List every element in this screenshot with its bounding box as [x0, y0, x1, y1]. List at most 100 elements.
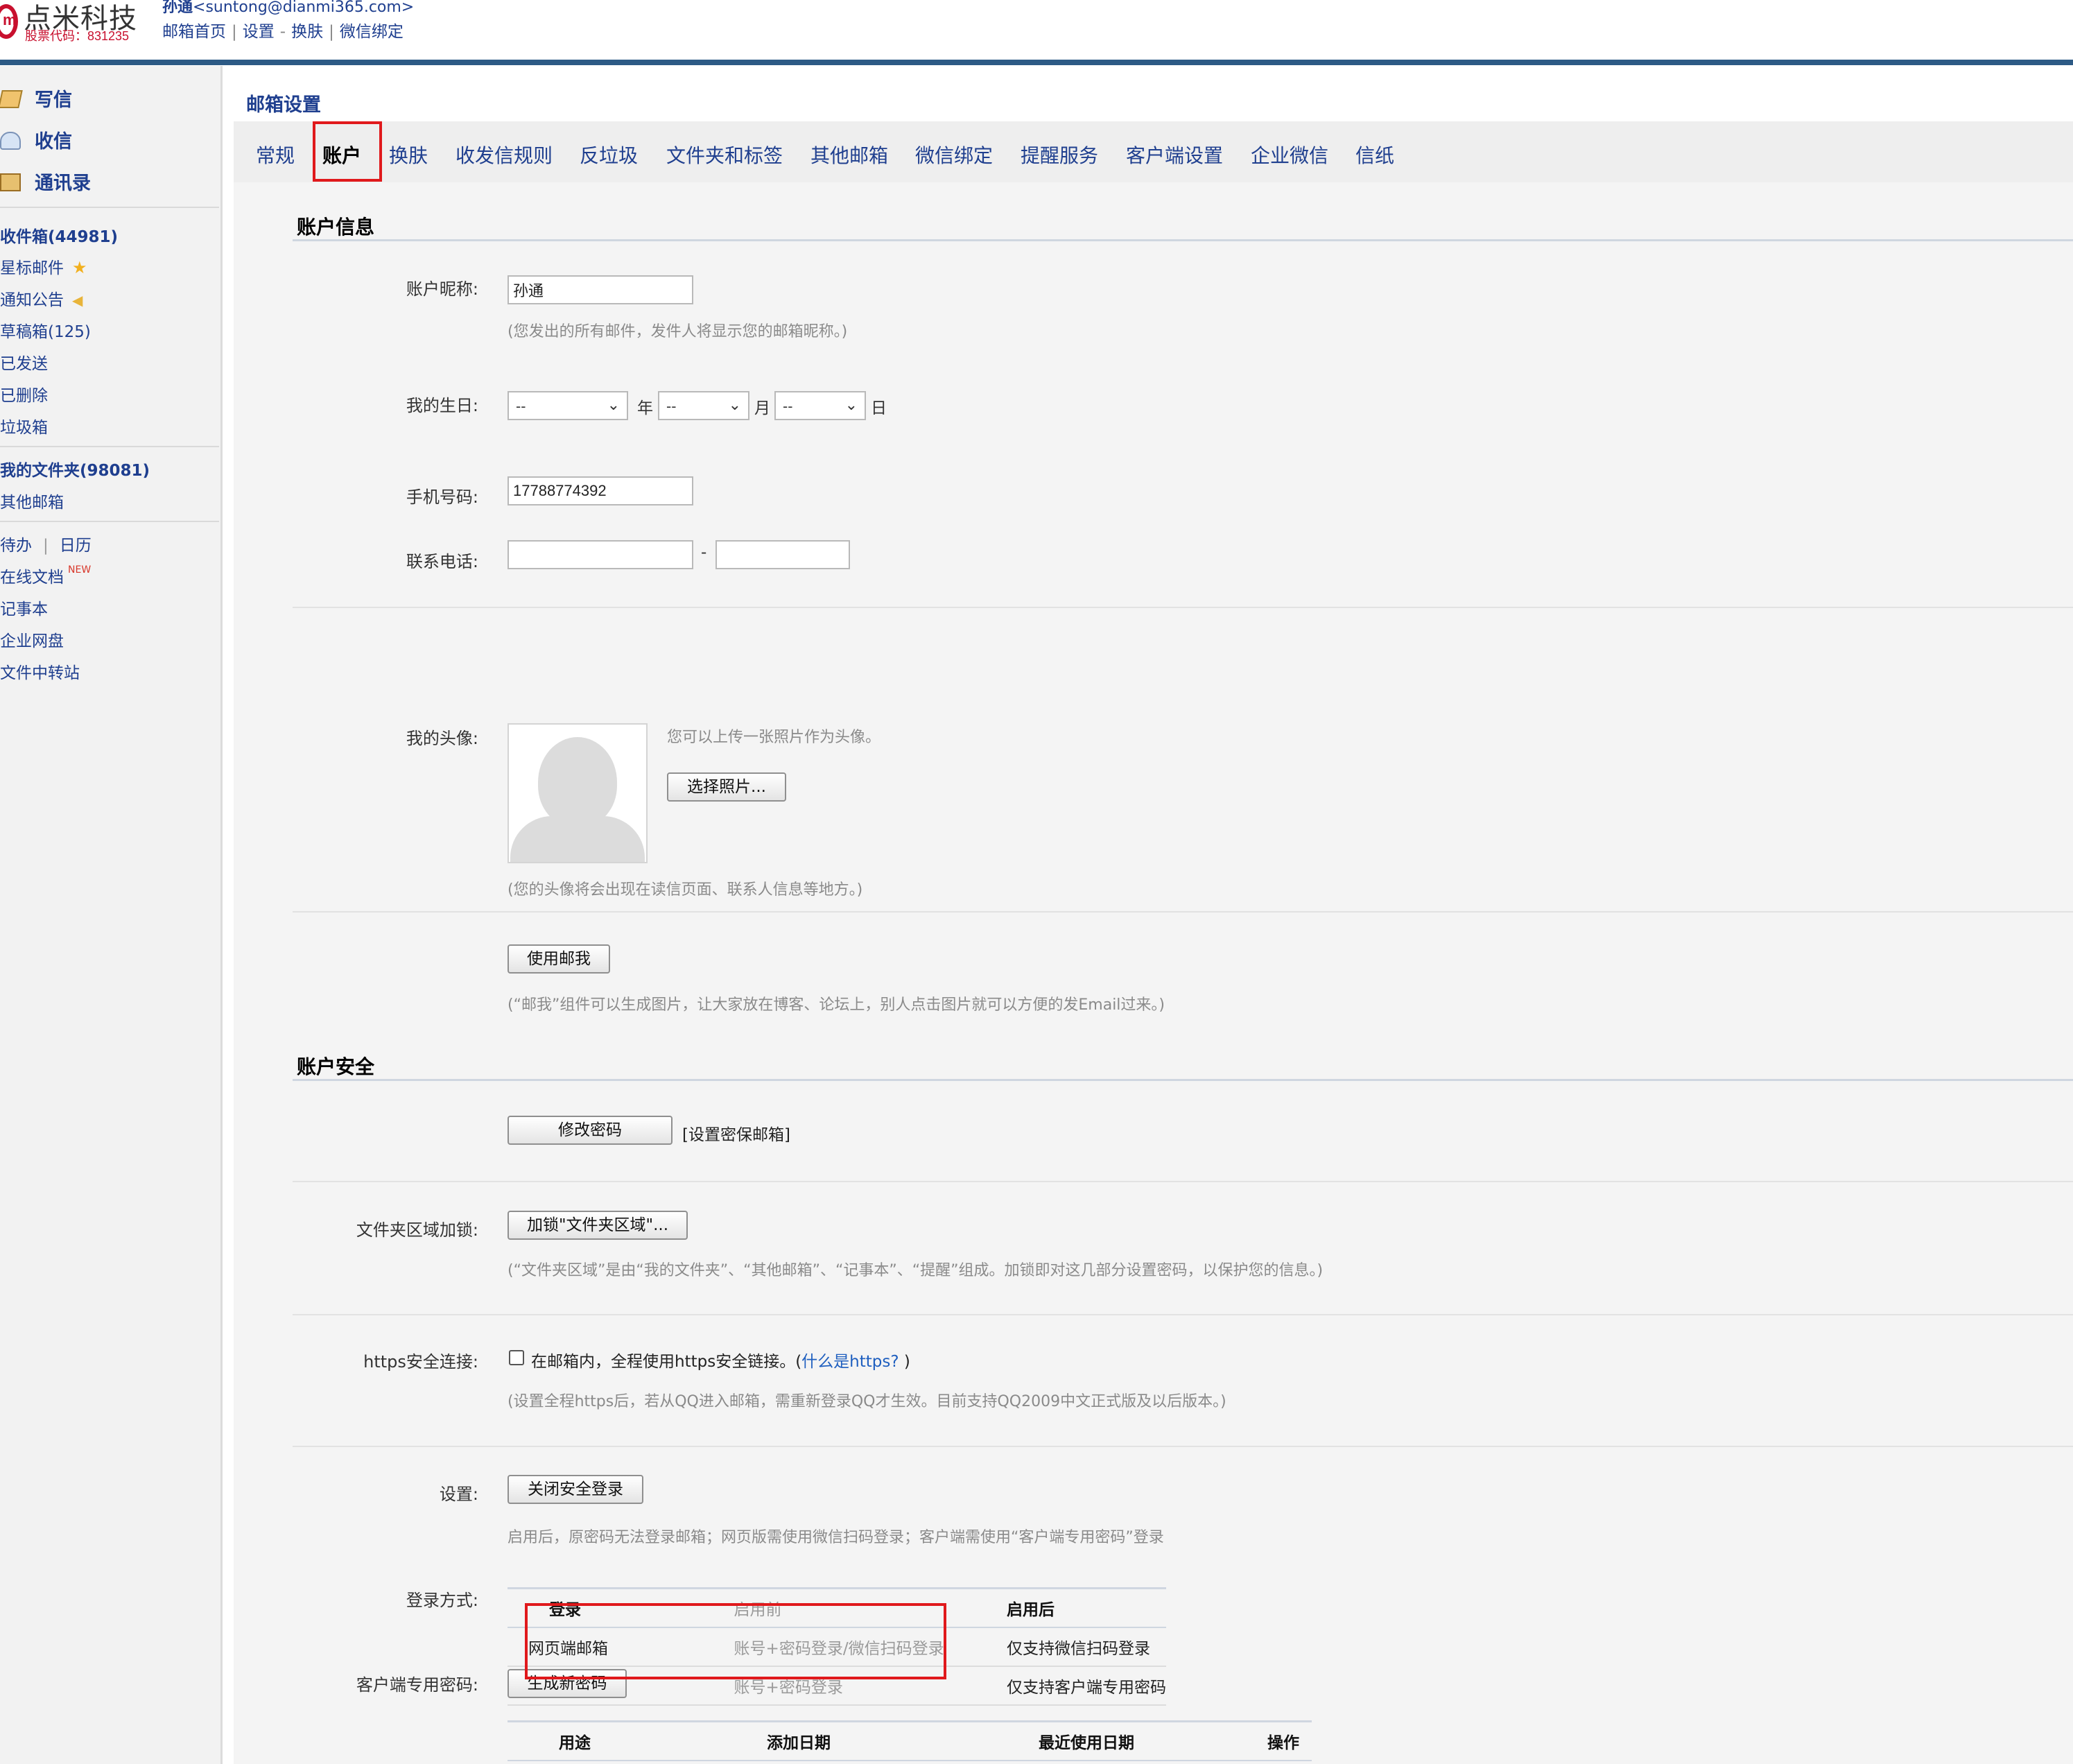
nickname-label: 账户昵称: [406, 279, 478, 299]
row-divider [293, 911, 2073, 913]
birthday-year-select[interactable]: -- ⌄ [508, 391, 628, 420]
sidebar-todo-calendar: 待办 | 日历 [0, 537, 92, 555]
sidebar-item-other-mail[interactable]: 其他邮箱 [0, 489, 64, 512]
address-book-icon [0, 173, 21, 191]
sidebar-item-notices[interactable]: 通知公告 ◀ [0, 286, 83, 310]
tab-mail-rules[interactable]: 收发信规则 [456, 141, 553, 168]
sidebar-divider [0, 446, 219, 447]
sidebar-item-label: 写信 [35, 89, 72, 111]
tab-stationery[interactable]: 信纸 [1355, 141, 1394, 168]
birthday-month-select[interactable]: -- ⌄ [658, 391, 749, 420]
what-is-https-link[interactable]: 什么是https? [801, 1353, 899, 1371]
mobile-input[interactable] [508, 476, 693, 505]
sidebar-item-inbox[interactable]: 收件箱(44981) [0, 223, 118, 247]
use-mailme-button[interactable]: 使用邮我 [508, 944, 610, 974]
sidebar-item-junk[interactable]: 垃圾箱 [0, 414, 48, 438]
https-option-close: ) [899, 1353, 910, 1371]
sidebar-item-netdisk[interactable]: 企业网盘 [0, 628, 64, 651]
https-label: https安全连接: [363, 1352, 478, 1372]
main-content: 邮箱设置 常规 账户 换肤 收发信规则 反垃圾 文件夹和标签 其他邮箱 微信绑定… [223, 66, 2073, 1764]
https-checkbox[interactable] [509, 1350, 524, 1365]
account-settings-panel: 账户信息 账户昵称: (您发出的所有邮件，发件人将显示您的邮箱昵称。) 我的生日… [234, 182, 2073, 1764]
nickname-input[interactable] [508, 275, 693, 304]
settings-link[interactable]: 设置 [243, 23, 275, 41]
phone-number-input[interactable] [715, 540, 850, 569]
choose-photo-button[interactable]: 选择照片... [667, 772, 786, 802]
sidebar-item-compose[interactable]: 写信 [0, 85, 72, 112]
speaker-icon: ◀ [72, 292, 83, 309]
avatar-placeholder[interactable] [508, 723, 648, 863]
change-password-button[interactable]: 修改密码 [508, 1116, 673, 1145]
table-header-cell: 用途 [559, 1734, 591, 1752]
birthday-day-select[interactable]: -- ⌄ [774, 391, 866, 420]
top-header: m 点米科技 股票代码：831235 孙通<suntong@dianmi365.… [0, 0, 2073, 66]
row-divider [293, 1181, 2073, 1182]
tab-enterprise-wechat[interactable]: 企业微信 [1251, 141, 1328, 168]
section-title-account-info: 账户信息 [297, 216, 375, 239]
table-header-cell: 启用后 [1007, 1601, 1055, 1619]
mailbox-home-link[interactable]: 邮箱首页 [162, 23, 226, 41]
wechat-bind-link[interactable]: 微信绑定 [340, 23, 404, 41]
sidebar: 写信 收信 通讯录 收件箱(44981) 星标邮件 ★ 通知公告 ◀ 草稿箱(125… [0, 66, 223, 1764]
sidebar-item-notepad[interactable]: 记事本 [0, 596, 48, 619]
skin-link[interactable]: 换肤 [291, 23, 323, 41]
section-title-account-security: 账户安全 [297, 1055, 375, 1078]
table-header-cell: 最近使用日期 [1039, 1734, 1134, 1752]
tab-anti-spam[interactable]: 反垃圾 [580, 141, 638, 168]
settings-tab-bar: 常规 账户 换肤 收发信规则 反垃圾 文件夹和标签 其他邮箱 微信绑定 提醒服务… [234, 121, 2073, 182]
client-password-label: 客户端专用密码: [356, 1675, 478, 1695]
tab-client-settings[interactable]: 客户端设置 [1126, 141, 1223, 168]
birthday-label: 我的生日: [406, 396, 478, 415]
sidebar-item-sent[interactable]: 已发送 [0, 350, 48, 374]
tab-general[interactable]: 常规 [256, 141, 295, 168]
table-header-cell: 添加日期 [767, 1734, 831, 1752]
sidebar-item-my-folders[interactable]: 我的文件夹(98081) [0, 457, 150, 481]
sidebar-item-drafts[interactable]: 草稿箱(125) [0, 318, 91, 342]
sidebar-item-file-transfer[interactable]: 文件中转站 [0, 659, 80, 683]
phone-area-input[interactable] [508, 540, 693, 569]
sidebar-item-calendar[interactable]: 日历 [60, 537, 92, 555]
disable-secure-login-button[interactable]: 关闭安全登录 [508, 1475, 643, 1504]
lock-folder-area-button[interactable]: 加锁"文件夹区域"... [508, 1211, 688, 1240]
user-email: <suntong@dianmi365.com> [193, 0, 415, 16]
security-mailbox-link[interactable]: [设置密保邮箱] [682, 1121, 790, 1145]
top-links: 邮箱首页 | 设置 - 换肤 | 微信绑定 [162, 23, 404, 41]
sidebar-item-online-docs[interactable]: 在线文档 NEW [0, 564, 91, 587]
avatar-tip: 您可以上传一张照片作为头像。 [667, 729, 881, 746]
mailme-hint: (“邮我”组件可以生成图片，让大家放在博客、论坛上，别人点击图片就可以方便的发E… [508, 996, 1165, 1014]
https-hint: (设置全程https后，若从QQ进入邮箱，需重新登录QQ才生效。目前支持QQ20… [508, 1393, 1226, 1410]
year-unit: 年 [637, 399, 653, 417]
month-unit: 月 [754, 399, 770, 417]
sidebar-item-deleted[interactable]: 已删除 [0, 382, 48, 406]
chevron-down-icon: ⌄ [607, 397, 620, 414]
sidebar-divider [0, 207, 219, 208]
section-divider [293, 239, 2073, 241]
row-divider [293, 607, 2073, 608]
table-cell: 仅支持客户端专用密码 [1007, 1679, 1166, 1697]
sidebar-item-contacts[interactable]: 通讯录 [0, 168, 91, 195]
sidebar-item-label: 通知公告 [0, 291, 64, 309]
page-title: 邮箱设置 [246, 94, 321, 116]
row-divider [293, 1314, 2073, 1315]
sidebar-item-inbox-check[interactable]: 收信 [0, 126, 72, 153]
client-password-table: 用途 添加日期 最近使用日期 操作 [508, 1720, 1312, 1761]
tab-wechat-bind[interactable]: 微信绑定 [915, 141, 993, 168]
sidebar-item-label: 收信 [35, 131, 72, 153]
tab-other-mailboxes[interactable]: 其他邮箱 [810, 141, 888, 168]
chevron-down-icon: ⌄ [844, 397, 858, 414]
new-badge: NEW [68, 564, 92, 576]
sidebar-item-todo[interactable]: 待办 [0, 537, 32, 555]
nickname-hint: (您发出的所有邮件，发件人将显示您的邮箱昵称。) [508, 323, 848, 340]
select-value: -- [516, 398, 526, 415]
sidebar-item-label: 通讯录 [35, 173, 91, 194]
sidebar-item-starred[interactable]: 星标邮件 ★ [0, 254, 87, 278]
select-value: -- [783, 398, 793, 415]
tab-reminders[interactable]: 提醒服务 [1021, 141, 1098, 168]
row-divider [293, 1446, 2073, 1447]
user-name: 孙通 [162, 0, 193, 16]
tab-folders-labels[interactable]: 文件夹和标签 [666, 141, 783, 168]
logo-m-glyph: m [3, 11, 17, 28]
tab-skin[interactable]: 换肤 [389, 141, 428, 168]
secure-login-hint: 启用后，原密码无法登录邮箱；网页版需使用微信扫码登录；客户端需使用“客户端专用密… [508, 1529, 1164, 1546]
mobile-label: 手机号码: [406, 487, 478, 507]
